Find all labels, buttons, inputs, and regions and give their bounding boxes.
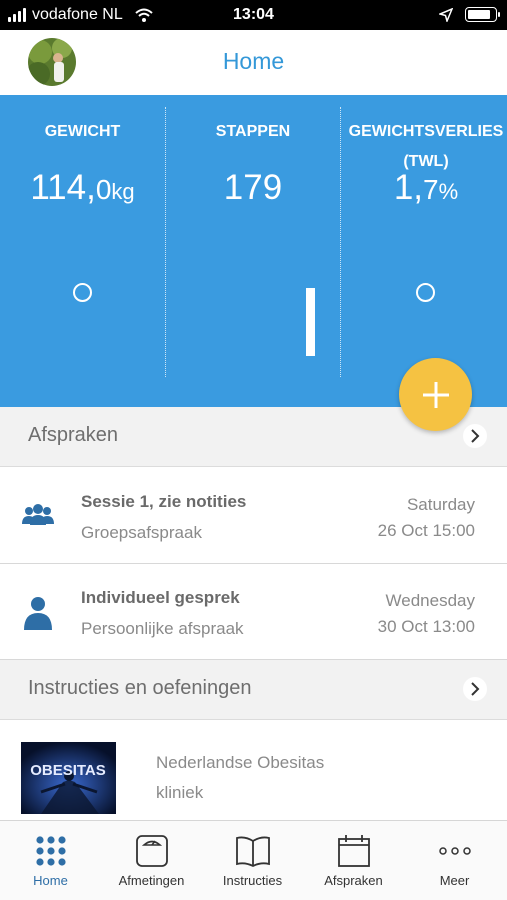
chevron-right-icon[interactable] [463,677,487,701]
weight-chart-point [73,283,92,302]
status-right [439,7,500,22]
tab-home[interactable]: Home [0,821,101,900]
person-icon [24,597,52,630]
tab-meer[interactable]: Meer [404,821,505,900]
weight-loss-value: 1,7% [341,168,507,212]
weight-loss-unit: % [438,179,459,204]
thumbnail-text: OBESITAS [30,762,106,779]
instruction-thumbnail: OBESITAS [21,742,116,814]
appointment-title: Individueel gesprek [81,588,240,607]
weight-value: 114,0kg [0,168,165,212]
calendar-icon [337,835,370,867]
steps-stat[interactable]: STAPPEN 179 [167,95,339,385]
steps-label: STAPPEN [215,123,291,140]
weight-loss-label-line1: GEWICHTSVERLIES [348,123,504,140]
avatar-photo [28,38,76,86]
appointment-subtitle: Persoonlijke afspraak [81,619,244,638]
weight-unit: kg [111,179,135,204]
grid-icon [35,836,66,866]
weight-loss-value-main: 1, [393,168,424,207]
instructions-section-header[interactable]: Instructies en oefeningen [0,660,507,720]
appointment-day: Saturday [406,495,475,514]
weight-loss-stat[interactable]: GEWICHTSVERLIES (TWL) 1,7% [341,95,507,385]
more-icon [438,847,471,855]
book-icon [235,836,270,868]
weight-label: GEWICHT [44,123,121,140]
tab-afspraken[interactable]: Afspraken [303,821,404,900]
instruction-title-line1: Nederlandse Obesitas [156,753,325,772]
weight-loss-chart-point [416,283,435,302]
signal-icon [8,8,26,22]
tab-label: Instructies [222,873,283,888]
battery-level [468,10,490,19]
steps-bar-track [306,243,315,356]
appointment-row[interactable]: Individueel gesprek Persoonlijke afspraa… [0,564,507,660]
instructions-section-title: Instructies en oefeningen [28,677,252,699]
add-button[interactable] [399,358,472,431]
group-icon [22,504,54,525]
steps-bar [306,288,315,356]
tab-label: Afspraken [324,873,383,888]
page-title: Home [222,48,285,74]
appointment-subtitle: Groepsafspraak [81,523,202,542]
instruction-item[interactable]: OBESITAS Nederlandse Obesitas kliniek [0,722,507,818]
appointment-date: 30 Oct 13:00 [377,617,475,636]
status-bar: vodafone NL 13:04 [0,0,507,30]
stats-divider [165,107,166,377]
tab-label: Afmetingen [118,873,185,888]
avatar[interactable] [28,38,76,86]
steps-value: 179 [223,168,283,207]
wifi-icon [135,8,153,22]
weight-value-main: 114, [30,168,96,207]
location-arrow-icon [439,7,453,22]
instruction-title: Nederlandse Obesitas kliniek [156,748,356,808]
scale-icon [135,835,168,867]
weight-value-decimal: 0 [95,174,112,205]
appointment-day: Wednesday [385,591,475,610]
status-left: vodafone NL [8,6,153,24]
battery-icon [465,7,500,22]
appointment-title: Sessie 1, zie notities [81,492,247,511]
tab-label: Meer [439,873,470,888]
appointments-section-title: Afspraken [28,424,119,446]
tab-instructies[interactable]: Instructies [202,821,303,900]
tab-afmetingen[interactable]: Afmetingen [101,821,202,900]
app-header: Home [0,30,507,95]
appointment-date: 26 Oct 15:00 [377,521,475,540]
carrier-name: vodafone NL [32,6,123,23]
appointment-row[interactable]: Sessie 1, zie notities Groepsafspraak Sa… [0,468,507,564]
weight-loss-value-decimal: 7 [423,174,439,205]
chevron-right-icon[interactable] [463,424,487,448]
tab-bar: Home Afmetingen Instructies Afspraken Me… [0,820,507,900]
instruction-title-line2: kliniek [156,783,204,802]
weight-stat[interactable]: GEWICHT 114,0kg [0,95,165,385]
tab-label: Home [33,873,68,888]
plus-icon [422,381,449,408]
